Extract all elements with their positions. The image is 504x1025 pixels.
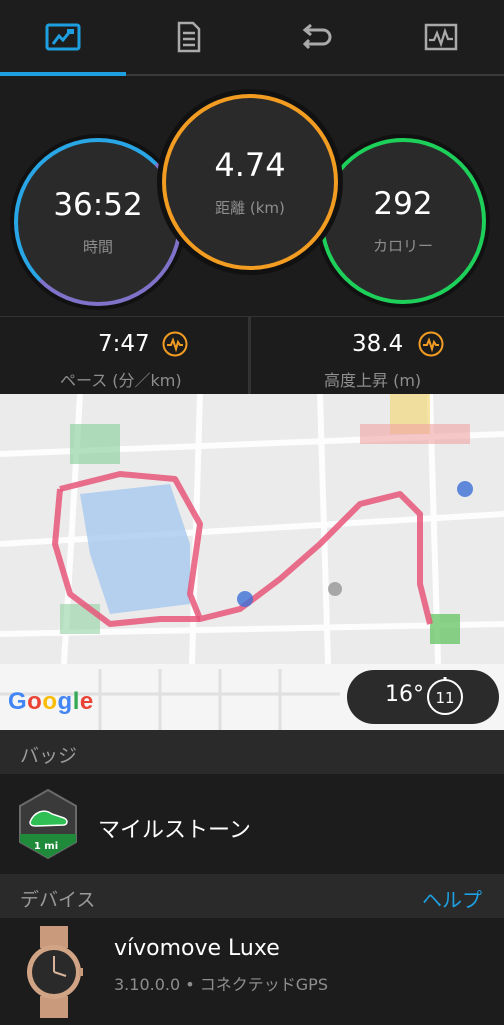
chart-pulse-icon [424, 23, 458, 51]
elevation-label: 高度上昇 (m) [324, 371, 422, 390]
watch-icon [27, 926, 83, 1018]
calories-label: カロリー [372, 237, 433, 256]
time-value: 36:52 [53, 186, 143, 223]
weather-indicator[interactable]: 16° 11 [347, 670, 499, 724]
pace-stat[interactable]: 7:47 ペース (分／km) [0, 317, 251, 395]
activity-tab-bar [0, 0, 504, 76]
distance-label: 距離 (km) [215, 198, 285, 217]
pace-value: 7:47 [98, 331, 150, 357]
pace-label: ペース (分／km) [60, 371, 182, 390]
badges-section-title: バッジ [20, 745, 78, 767]
tab-laps[interactable] [252, 0, 378, 74]
map-flag-icon [45, 23, 81, 51]
badge-distance-text: 1 mi [34, 841, 58, 852]
time-ring: 36:52 時間 [14, 138, 182, 306]
elevation-value: 38.4 [352, 331, 404, 357]
elevation-stat[interactable]: 38.4 高度上昇 (m) [252, 317, 500, 395]
tab-overview[interactable] [0, 0, 126, 76]
performance-wave-icon [162, 331, 188, 357]
calories-value: 292 [373, 185, 433, 222]
wind-compass-icon: 11 [427, 677, 463, 715]
google-logo: Google [8, 688, 94, 715]
wind-speed-value: 11 [435, 689, 454, 707]
activity-summary: 36:52 時間 292 カロリー 4.74 距離 (km) [0, 76, 504, 316]
performance-wave-icon [418, 331, 444, 357]
document-list-icon [177, 21, 201, 53]
devices-section-title: デバイス [20, 889, 96, 911]
temperature-value: 16° [385, 682, 424, 707]
stats-row: 7:47 ペース (分／km) 38.4 高度上昇 (m) [0, 316, 504, 395]
help-link[interactable]: ヘルプ [422, 884, 482, 913]
milestone-badge-icon: 1 mi [19, 788, 77, 860]
tab-charts[interactable] [378, 0, 504, 74]
distance-value: 4.74 [214, 146, 286, 185]
tab-details[interactable] [126, 0, 252, 74]
device-item[interactable]: vívomove Luxe 3.10.0.0 • コネクテッドGPS [0, 918, 504, 1025]
device-name: vívomove Luxe [114, 936, 280, 961]
calories-ring: 292 カロリー [320, 138, 486, 304]
badge-item[interactable]: 1 mi マイルストーン [0, 774, 504, 874]
badges-section-header: バッジ [0, 730, 504, 774]
device-detail: 3.10.0.0 • コネクテッドGPS [114, 975, 328, 994]
route-map[interactable]: Google 16° 11 [0, 394, 504, 730]
loop-arrows-icon [302, 24, 332, 50]
distance-ring: 4.74 距離 (km) [162, 94, 338, 270]
badge-title: マイルストーン [98, 818, 251, 843]
devices-section-header: デバイス ヘルプ [0, 874, 504, 918]
time-label: 時間 [82, 238, 113, 257]
